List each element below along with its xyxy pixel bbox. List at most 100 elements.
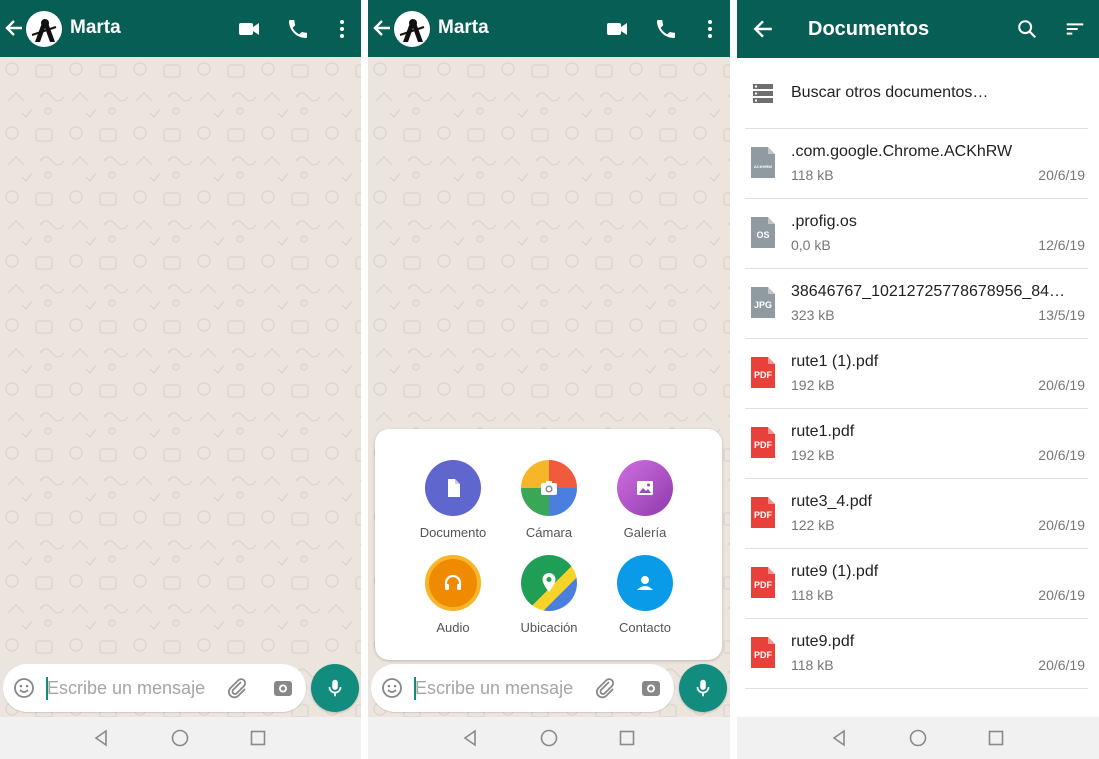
document-row[interactable]: PDF rute9 (1).pdf 118 kB 20/6/19 — [737, 548, 1099, 618]
attach-menu-panel: Documento Cámara Galería Audio Ubicación… — [375, 429, 722, 660]
attach-location-button[interactable]: Ubicación — [501, 555, 597, 635]
document-row[interactable]: OS .profig.os 0,0 kB 12/6/19 — [737, 198, 1099, 268]
pdf-file-icon: PDF — [751, 497, 775, 528]
file-date: 20/6/19 — [1038, 587, 1085, 603]
nav-home-icon[interactable] — [537, 726, 561, 750]
file-date: 20/6/19 — [1038, 167, 1085, 183]
attach-location-label: Ubicación — [520, 620, 578, 635]
microphone-icon — [696, 679, 710, 697]
document-row[interactable]: PDF rute9.pdf 118 kB 20/6/19 — [737, 618, 1099, 688]
microphone-icon — [328, 679, 342, 697]
file-file-icon: ACKHRW — [751, 147, 775, 178]
nav-recents-icon[interactable] — [984, 726, 1008, 750]
document-icon[interactable] — [425, 460, 481, 516]
avatar[interactable] — [394, 11, 430, 47]
attach-audio-button[interactable]: Audio — [405, 555, 501, 635]
file-date: 12/6/19 — [1038, 237, 1085, 253]
camera-icon[interactable] — [521, 460, 577, 516]
nav-home-icon[interactable] — [906, 726, 930, 750]
contact-name[interactable]: Marta — [70, 17, 121, 39]
chat-attach-screen: Marta Documento Cámara Galería Audio Ubi… — [368, 0, 730, 759]
document-row[interactable]: ACKHRW .com.google.Chrome.ACKhRW 118 kB 20/… — [737, 128, 1099, 198]
document-row[interactable]: PDF rute1 (1).pdf 192 kB 20/6/19 — [737, 338, 1099, 408]
documents-screen: Documentos Buscar otros documentos… ACKH… — [737, 0, 1099, 759]
video-call-icon[interactable] — [605, 17, 629, 41]
file-size: 122 kB — [791, 517, 835, 533]
file-name: .com.google.Chrome.ACKhRW — [791, 143, 1013, 160]
attach-document-button[interactable]: Documento — [405, 460, 501, 540]
back-arrow-icon[interactable] — [751, 17, 775, 41]
nav-recents-icon[interactable] — [615, 726, 639, 750]
page-title: Documentos — [808, 18, 930, 40]
attach-audio-label: Audio — [436, 620, 470, 635]
more-options-icon[interactable] — [330, 17, 354, 41]
nav-back-icon[interactable] — [458, 726, 482, 750]
emoji-icon[interactable] — [12, 676, 36, 700]
nav-back-icon[interactable] — [89, 726, 113, 750]
svg-text:PDF: PDF — [754, 510, 773, 520]
svg-text:PDF: PDF — [754, 580, 773, 590]
chat-wallpaper — [0, 57, 361, 717]
pdf-file-icon: PDF — [751, 637, 775, 668]
attach-contact-label: Contacto — [618, 620, 672, 635]
attach-icon[interactable] — [593, 676, 617, 700]
gallery-icon[interactable] — [617, 460, 673, 516]
headphones-icon[interactable] — [425, 555, 481, 611]
browse-label: Buscar otros documentos… — [791, 84, 989, 101]
avatar[interactable] — [26, 11, 62, 47]
svg-text:PDF: PDF — [754, 650, 773, 660]
more-options-icon[interactable] — [698, 17, 722, 41]
divider — [745, 688, 1088, 689]
camera-icon[interactable] — [639, 676, 663, 700]
message-input-bar[interactable]: Escribe un mensaje — [371, 664, 674, 712]
file-name: rute1 (1).pdf — [791, 353, 879, 370]
file-name: 38646767_10212725778678956_84… — [791, 283, 1066, 300]
document-row[interactable]: JPG 38646767_10212725778678956_84… 323 kB 1… — [737, 268, 1099, 338]
attach-gallery-button[interactable]: Galería — [597, 460, 693, 540]
file-date: 20/6/19 — [1038, 517, 1085, 533]
message-placeholder[interactable]: Escribe un mensaje — [47, 678, 205, 699]
phone-call-icon[interactable] — [654, 17, 678, 41]
nav-home-icon[interactable] — [168, 726, 192, 750]
file-size: 118 kB — [791, 587, 834, 603]
phone-call-icon[interactable] — [286, 17, 310, 41]
sort-icon[interactable] — [1063, 17, 1087, 41]
contact-name[interactable]: Marta — [438, 17, 489, 39]
microphone-button[interactable] — [679, 664, 727, 712]
search-icon[interactable] — [1015, 17, 1039, 41]
file-date: 20/6/19 — [1038, 447, 1085, 463]
pdf-file-icon: PDF — [751, 427, 775, 458]
pdf-file-icon: PDF — [751, 357, 775, 388]
camera-icon[interactable] — [271, 676, 295, 700]
system-nav-bar — [737, 717, 1099, 759]
chat-screen: Marta Escribe un mensaje — [0, 0, 361, 759]
file-name: rute9 (1).pdf — [791, 563, 879, 580]
system-nav-bar — [0, 717, 361, 759]
jpg-file-icon: JPG — [751, 287, 775, 318]
documents-header: Documentos — [737, 0, 1099, 58]
document-row[interactable]: PDF rute3_4.pdf 122 kB 20/6/19 — [737, 478, 1099, 548]
contact-icon[interactable] — [617, 555, 673, 611]
video-call-icon[interactable] — [237, 17, 261, 41]
file-date: 13/5/19 — [1038, 307, 1085, 323]
browse-other-documents[interactable]: Buscar otros documentos… — [737, 58, 1099, 128]
back-arrow-icon[interactable] — [370, 14, 394, 42]
emoji-icon[interactable] — [380, 676, 404, 700]
file-size: 118 kB — [791, 167, 834, 183]
chat-header: Marta — [0, 0, 361, 57]
message-input-bar[interactable]: Escribe un mensaje — [3, 664, 306, 712]
message-placeholder[interactable]: Escribe un mensaje — [415, 678, 573, 699]
file-date: 20/6/19 — [1038, 657, 1085, 673]
attach-camera-button[interactable]: Cámara — [501, 460, 597, 540]
location-icon[interactable] — [521, 555, 577, 611]
attach-icon[interactable] — [225, 676, 249, 700]
document-row[interactable]: PDF rute1.pdf 192 kB 20/6/19 — [737, 408, 1099, 478]
back-arrow-icon[interactable] — [2, 14, 26, 42]
nav-back-icon[interactable] — [827, 726, 851, 750]
svg-text:PDF: PDF — [754, 370, 773, 380]
chat-header: Marta — [368, 0, 730, 57]
nav-recents-icon[interactable] — [246, 726, 270, 750]
attach-contact-button[interactable]: Contacto — [597, 555, 693, 635]
microphone-button[interactable] — [311, 664, 359, 712]
file-name: rute1.pdf — [791, 423, 855, 440]
